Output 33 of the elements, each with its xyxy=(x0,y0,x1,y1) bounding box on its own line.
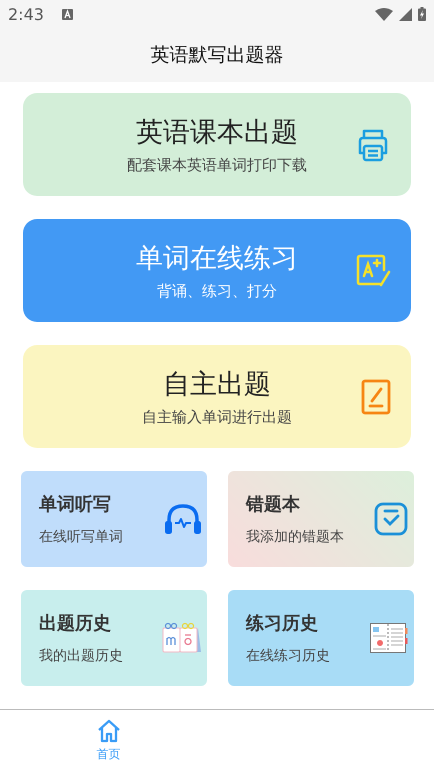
tool-card[interactable]: 错题本 我添加的错题本 xyxy=(228,471,414,567)
card-subtitle: 自主输入单词进行出题 xyxy=(142,408,292,427)
checkbox-icon xyxy=(374,502,408,536)
feature-card[interactable]: 自主出题 自主输入单词进行出题 xyxy=(23,345,411,448)
card-subtitle: 我添加的错题本 xyxy=(246,528,344,546)
card-title: 单词在线练习 xyxy=(136,242,298,276)
card-title: 自主出题 xyxy=(163,368,271,402)
app-title: 英语默写出题器 xyxy=(150,43,284,68)
status-time: 2:43 xyxy=(8,4,44,24)
keyboard-notification-icon xyxy=(62,8,73,20)
tool-card[interactable]: 出题历史 我的出题历史 xyxy=(21,590,207,686)
card-title: 英语课本出题 xyxy=(136,116,298,150)
card-title: 练习历史 xyxy=(246,612,319,635)
card-subtitle: 在线练习历史 xyxy=(246,647,330,665)
home-icon xyxy=(96,718,122,742)
flip-cards-icon xyxy=(161,622,201,654)
card-subtitle: 在线听写单词 xyxy=(39,528,123,546)
card-title: 错题本 xyxy=(246,493,301,516)
open-book-icon xyxy=(370,623,408,653)
card-title: 单词听写 xyxy=(39,493,112,516)
card-subtitle: 背诵、练习、打分 xyxy=(157,282,277,301)
card-subtitle: 配套课本英语单词打印下载 xyxy=(127,156,307,175)
tool-card[interactable]: 单词听写 在线听写单词 xyxy=(21,471,207,567)
signal-icon xyxy=(399,8,412,20)
grade-edit-icon xyxy=(355,252,391,288)
card-title: 出题历史 xyxy=(39,612,112,635)
battery-icon xyxy=(418,7,426,21)
feature-card[interactable]: 英语课本出题 配套课本英语单词打印下载 xyxy=(23,93,411,196)
card-subtitle: 我的出题历史 xyxy=(39,647,123,665)
tool-card[interactable]: 练习历史 在线练习历史 xyxy=(228,590,414,686)
headphones-icon xyxy=(165,503,201,535)
note-edit-icon xyxy=(361,378,391,414)
wifi-icon xyxy=(375,8,393,20)
